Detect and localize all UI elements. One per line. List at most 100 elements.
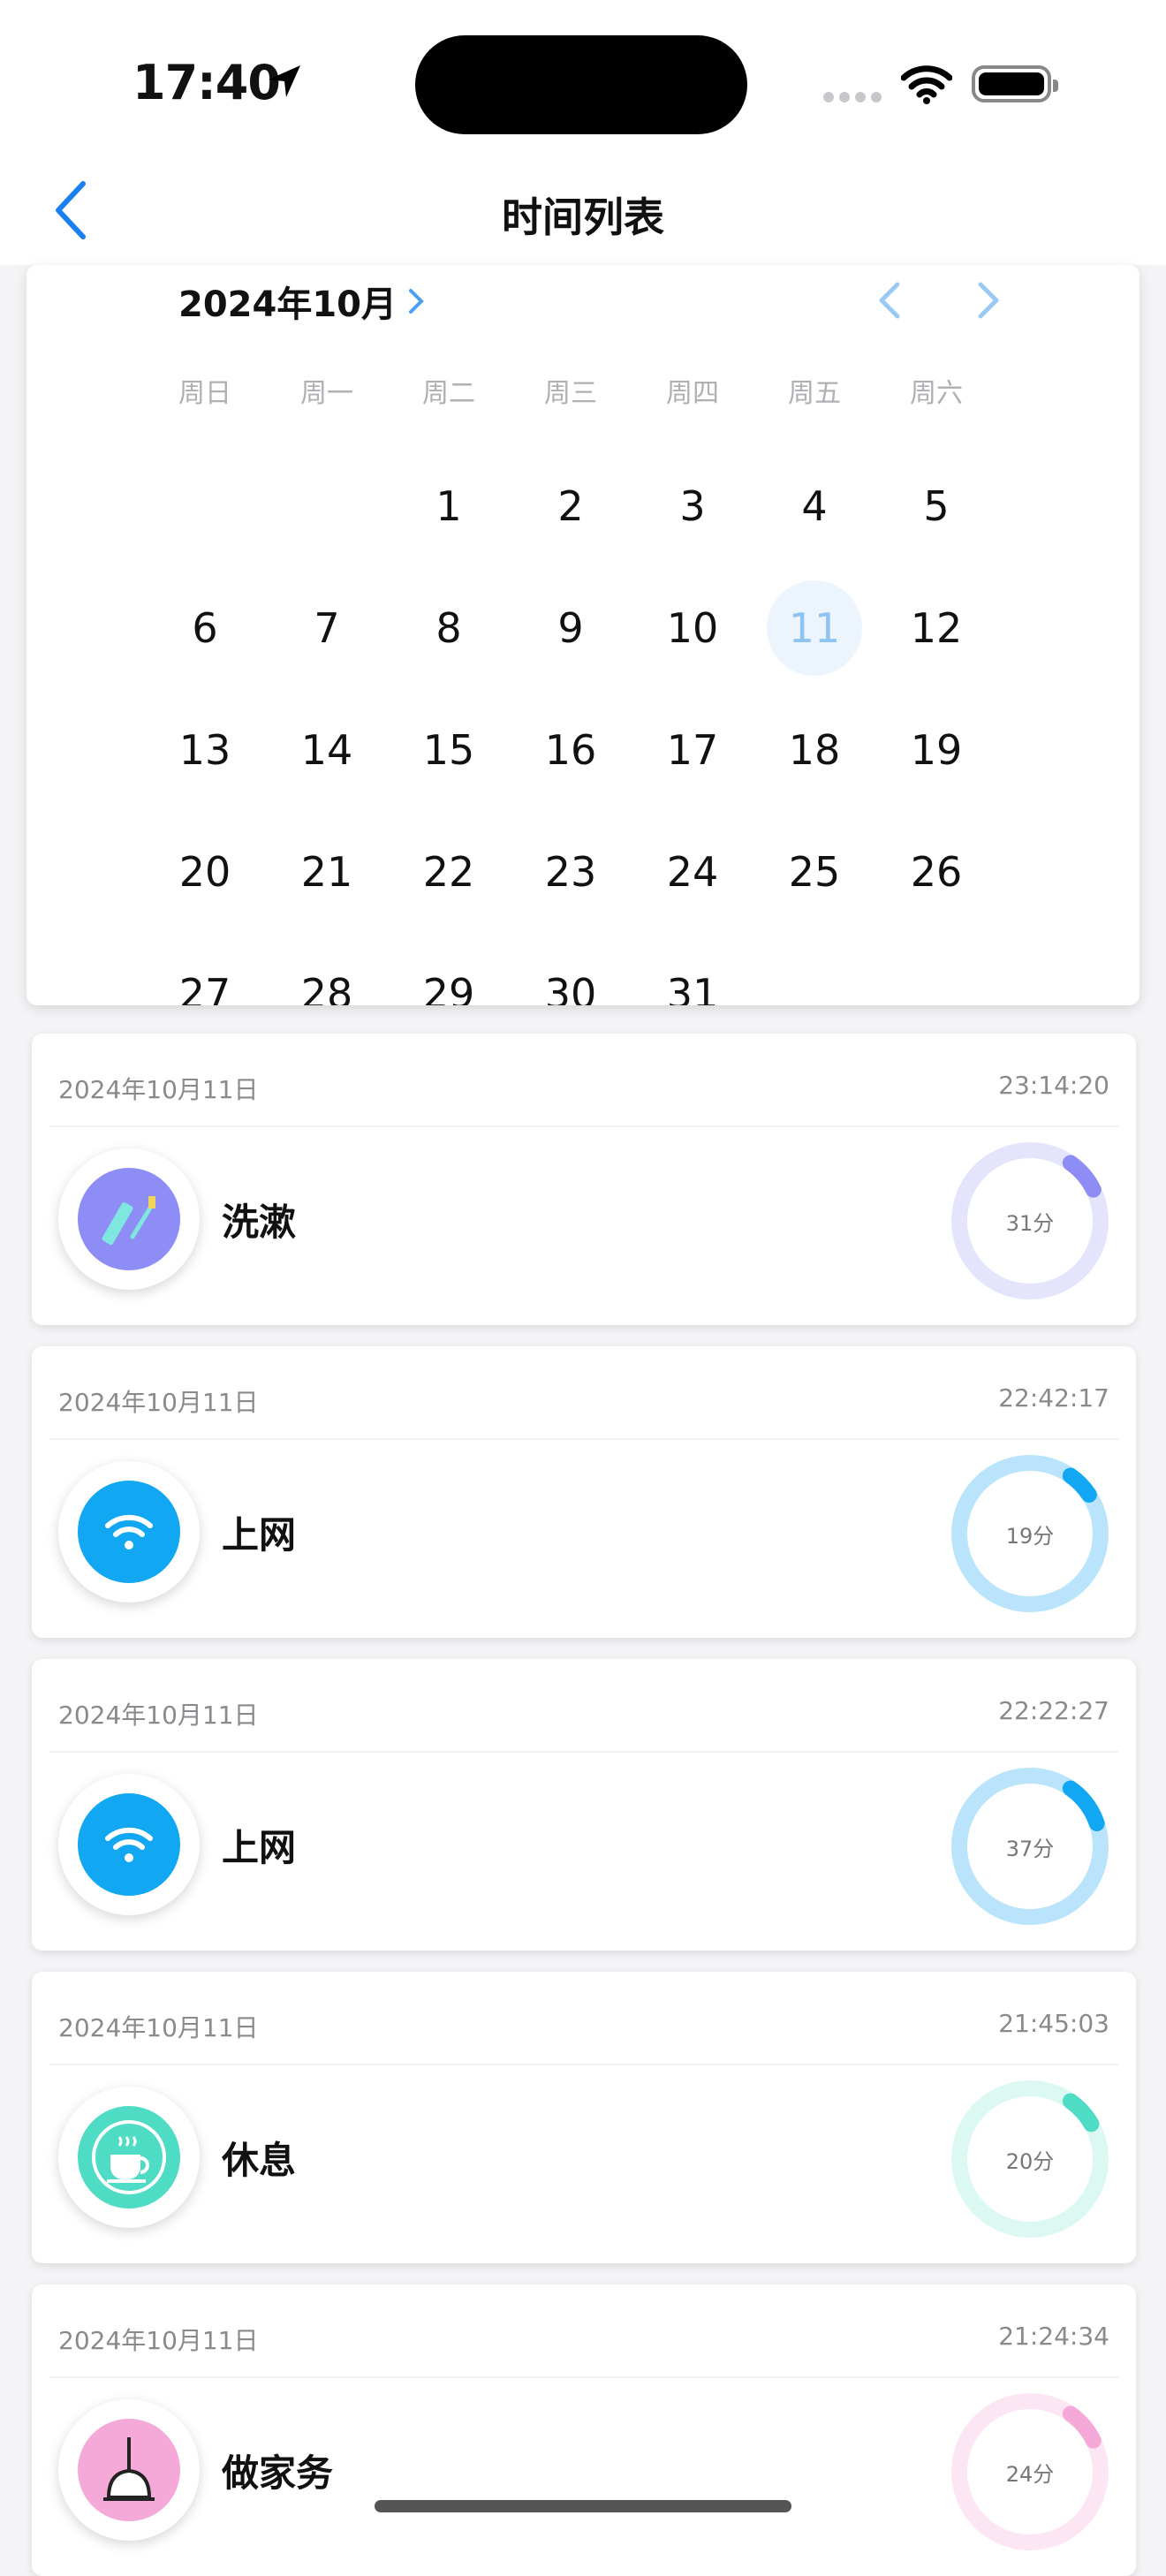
activity-label: 上网 <box>222 1826 297 1869</box>
day-number: 23 <box>544 848 597 896</box>
page-title: 时间列表 <box>502 193 664 241</box>
activity-icon-badge <box>58 1461 200 1602</box>
divider <box>49 2064 1118 2065</box>
day-number: 13 <box>178 726 231 774</box>
entry-time: 23:14:20 <box>998 1071 1109 1100</box>
activity-label: 上网 <box>222 1513 297 1557</box>
day-cell[interactable]: 12 <box>875 567 997 689</box>
previous-month-button[interactable] <box>866 274 915 327</box>
month-selector[interactable]: 2024年10月 <box>178 276 428 327</box>
entry-date: 2024年10月11日 <box>58 2013 259 2042</box>
day-cell[interactable]: 15 <box>388 689 510 811</box>
day-number: 3 <box>679 482 706 530</box>
entry-date: 2024年10月11日 <box>58 1701 259 1730</box>
location-arrow-icon <box>269 65 300 97</box>
day-cell[interactable]: 24 <box>632 811 753 933</box>
day-cell[interactable]: 4 <box>753 445 875 567</box>
day-number: 10 <box>666 604 719 652</box>
day-number: 17 <box>666 726 719 774</box>
day-number: 14 <box>300 726 353 774</box>
day-number: 31 <box>666 970 719 1005</box>
day-number: 6 <box>192 604 218 652</box>
activity-icon-badge <box>58 2399 200 2541</box>
time-entry-card[interactable]: 2024年10月11日 22:22:27 上网 37分 <box>32 1659 1136 1951</box>
day-number: 9 <box>557 604 584 652</box>
day-number: 12 <box>910 604 963 652</box>
day-cell[interactable]: 3 <box>632 445 753 567</box>
time-entry-card[interactable]: 2024年10月11日 21:45:03 休息 20分 <box>32 1972 1136 2263</box>
day-cell[interactable]: 8 <box>388 567 510 689</box>
day-number: 7 <box>314 604 340 652</box>
divider <box>49 1438 1118 1440</box>
day-number: 24 <box>666 848 719 896</box>
day-blank <box>266 445 388 567</box>
day-cell-selected[interactable]: 11 <box>753 567 875 689</box>
activity-icon-badge <box>58 2087 200 2228</box>
entry-time: 22:42:17 <box>998 1383 1109 1413</box>
day-grid: 1 2 3 4 5 6 7 8 9 10 11 12 13 14 15 16 17 18 19 20 21 22 23 24 2… <box>144 445 997 1005</box>
day-cell[interactable]: 18 <box>753 689 875 811</box>
day-number: 22 <box>422 848 475 896</box>
day-cell[interactable]: 17 <box>632 689 753 811</box>
day-cell[interactable]: 5 <box>875 445 997 567</box>
activity-label: 做家务 <box>222 2451 334 2495</box>
activity-icon-badge <box>58 1774 200 1915</box>
day-blank <box>144 445 266 567</box>
day-number: 20 <box>178 848 231 896</box>
weekday-label: 周三 <box>544 378 597 409</box>
day-cell[interactable]: 1 <box>388 445 510 567</box>
day-number: 2 <box>557 482 584 530</box>
duration-label: 37分 <box>1005 1836 1055 1861</box>
activity-label: 洗漱 <box>222 1201 297 1244</box>
entry-time: 22:22:27 <box>998 1696 1109 1725</box>
day-cell[interactable]: 2 <box>510 445 632 567</box>
weekday-label: 周四 <box>666 378 719 409</box>
day-cell[interactable]: 21 <box>266 811 388 933</box>
day-cell[interactable]: 16 <box>510 689 632 811</box>
day-cell[interactable]: 19 <box>875 689 997 811</box>
day-cell[interactable]: 9 <box>510 567 632 689</box>
entry-date: 2024年10月11日 <box>58 1388 259 1417</box>
weekday-label: 周一 <box>300 378 353 409</box>
navigation-bar: 时间列表 <box>0 150 1166 265</box>
plunger-icon <box>78 2419 180 2521</box>
day-cell[interactable]: 14 <box>266 689 388 811</box>
day-number: 26 <box>910 848 963 896</box>
day-cell[interactable]: 26 <box>875 811 997 933</box>
day-number: 16 <box>544 726 597 774</box>
day-cell[interactable]: 10 <box>632 567 753 689</box>
weekday-label: 周六 <box>910 378 963 409</box>
day-number: 19 <box>910 726 963 774</box>
day-cell[interactable]: 29 <box>388 933 510 1005</box>
time-entry-card[interactable]: 2024年10月11日 22:42:17 上网 19分 <box>32 1346 1136 1638</box>
wifi-icon <box>78 1793 180 1896</box>
day-cell[interactable]: 23 <box>510 811 632 933</box>
day-cell[interactable]: 13 <box>144 689 266 811</box>
day-cell[interactable]: 6 <box>144 567 266 689</box>
day-cell[interactable]: 28 <box>266 933 388 1005</box>
time-entry-card[interactable]: 2024年10月11日 23:14:20 洗漱 31分 <box>32 1034 1136 1325</box>
day-cell[interactable]: 27 <box>144 933 266 1005</box>
day-cell[interactable]: 31 <box>632 933 753 1005</box>
day-number: 5 <box>923 482 950 530</box>
activity-icon-badge <box>58 1148 200 1290</box>
entry-time: 21:24:34 <box>998 2322 1109 2351</box>
day-cell[interactable]: 22 <box>388 811 510 933</box>
day-number: 4 <box>801 482 828 530</box>
coffee-cup-icon <box>78 2106 180 2209</box>
day-cell[interactable]: 20 <box>144 811 266 933</box>
toothbrush-icon <box>78 1168 180 1270</box>
time-entry-card[interactable]: 2024年10月11日 21:24:34 做家务 24分 <box>32 2284 1136 2576</box>
entry-date: 2024年10月11日 <box>58 2326 259 2355</box>
day-cell[interactable]: 7 <box>266 567 388 689</box>
day-number: 29 <box>422 970 475 1005</box>
day-cell[interactable]: 30 <box>510 933 632 1005</box>
wifi-status-icon <box>901 65 952 104</box>
day-number: 30 <box>544 970 597 1005</box>
chevron-right-icon <box>409 289 424 314</box>
cellular-signal-icon <box>823 92 882 102</box>
next-month-button[interactable] <box>963 274 1012 327</box>
day-cell[interactable]: 25 <box>753 811 875 933</box>
day-number: 11 <box>767 580 862 676</box>
day-number: 18 <box>788 726 841 774</box>
